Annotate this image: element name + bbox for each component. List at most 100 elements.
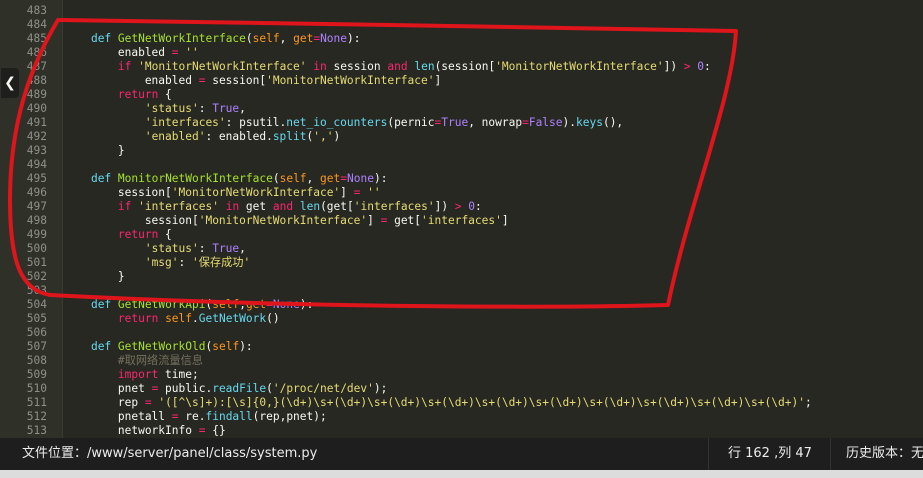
code-line[interactable]: 502 } (0, 270, 923, 284)
code-token: ); (373, 382, 388, 395)
code-token: pnet (64, 382, 152, 395)
code-token: { (158, 88, 172, 101)
code-text: 'status': True, (64, 102, 246, 116)
code-token: get (245, 298, 267, 311)
code-token: def (90, 298, 112, 311)
code-token: > (683, 60, 691, 73)
code-token: } (64, 270, 125, 283)
code-line[interactable]: 498 session['MonitorNetWorkInterface'] =… (0, 214, 923, 228)
line-number: 497 (26, 200, 47, 213)
code-line[interactable]: 510 pnet = public.readFile('/proc/net/de… (0, 382, 923, 396)
code-token: networkInfo (64, 424, 199, 437)
code-line[interactable]: 499 return { (0, 228, 923, 242)
code-line[interactable]: 492 'enabled': enabled.split(',') (0, 130, 923, 144)
code-token: > (454, 200, 462, 213)
code-text: 'interfaces': psutil.net_io_counters(per… (64, 116, 623, 130)
collapse-sidebar-button[interactable]: ❮ (1, 68, 19, 98)
code-line[interactable]: 500 'status': True, (0, 242, 923, 256)
code-token: GetNetWork (198, 312, 267, 325)
code-line[interactable]: 483 (0, 4, 923, 18)
code-text: 'enabled': enabled.split(',') (64, 130, 340, 144)
code-token: ]) (663, 60, 684, 73)
history-version[interactable]: 历史版本：无 (846, 438, 923, 470)
code-text: def GetNetWorkInterface(self, get=None): (64, 32, 361, 46)
code-line[interactable]: 488 enabled = session['MonitorNetWorkInt… (0, 74, 923, 88)
code-token: self (212, 298, 240, 311)
code-token: = (266, 298, 273, 311)
code-line[interactable]: 491 'interfaces': psutil.net_io_counters… (0, 116, 923, 130)
code-line[interactable]: 495 def MonitorNetWorkInterface(self, ge… (0, 172, 923, 186)
code-text: pnetall = re.findall(rep,pnet); (64, 410, 327, 424)
code-token: None (272, 298, 300, 311)
line-number: 493 (26, 144, 47, 157)
code-token: 'enabled' (144, 130, 206, 143)
code-line[interactable]: 487 if 'MonitorNetWorkInterface' in sess… (0, 60, 923, 74)
code-line[interactable]: 503 (0, 284, 923, 298)
code-line[interactable]: 511 rep = '([^\s]+):[\s]{0,}(\d+)\s+(\d+… (0, 396, 923, 410)
code-token: get (293, 32, 314, 45)
line-number: 486 (26, 46, 47, 59)
code-token: , (306, 172, 321, 185)
line-number: 503 (26, 284, 47, 297)
code-line[interactable]: 497 if 'interfaces' in get and len(get['… (0, 200, 923, 214)
code-text: enabled = session['MonitorNetWorkInterfa… (64, 74, 441, 88)
code-line[interactable]: 496 session['MonitorNetWorkInterface'] =… (0, 186, 923, 200)
code-token: get (320, 172, 341, 185)
code-token: #取网络流量信息 (117, 354, 203, 367)
code-lines[interactable]: 483 484 485 def GetNetWorkInterface(self, … (0, 4, 923, 438)
code-editor[interactable]: 483 484 485 def GetNetWorkInterface(self, … (0, 0, 923, 438)
line-number: 502 (26, 270, 47, 283)
code-line[interactable]: 505 return self.GetNetWork() (0, 312, 923, 326)
code-line[interactable]: 486 enabled = '' (0, 46, 923, 60)
line-number: 506 (26, 326, 47, 339)
code-line[interactable]: 490 'status': True, (0, 102, 923, 116)
code-token: self (252, 32, 280, 45)
code-line[interactable]: 484 (0, 18, 923, 32)
line-number: 491 (26, 116, 47, 129)
code-token: 'interfaces' (353, 200, 435, 213)
code-line[interactable]: 507 def GetNetWorkOld(self): (0, 340, 923, 354)
code-token: : (178, 256, 192, 269)
code-token: True (212, 102, 240, 115)
code-token: '' (367, 186, 381, 199)
code-text: session['MonitorNetWorkInterface'] = '' (64, 186, 381, 200)
code-token: ] (340, 186, 354, 199)
code-token: ): (347, 32, 361, 45)
code-line[interactable]: 509 import time; (0, 368, 923, 382)
code-line[interactable]: 508 #取网络流量信息 (0, 354, 923, 368)
code-line[interactable]: 504 def GetNetWorkApi(self,get=None): (0, 298, 923, 312)
code-token: if (117, 60, 132, 73)
code-line[interactable]: 501 'msg': '保存成功' (0, 256, 923, 270)
code-text: } (64, 144, 125, 158)
code-token: ): (373, 172, 388, 185)
line-number: 510 (26, 382, 47, 395)
code-token: public. (158, 382, 213, 395)
code-line[interactable]: 489 return { (0, 88, 923, 102)
code-line[interactable]: 493 } (0, 144, 923, 158)
code-line[interactable]: 506 (0, 326, 923, 340)
code-token: and (387, 60, 408, 73)
code-line[interactable]: 513 networkInfo = {} (0, 424, 923, 438)
code-token: MonitorNetWorkInterface (117, 172, 273, 185)
code-token: 'status' (144, 242, 199, 255)
code-token: findall (205, 410, 253, 423)
code-token: ] (434, 74, 442, 87)
code-token: (rep,pnet); (252, 410, 327, 423)
code-token: return (117, 228, 159, 241)
code-token: True (212, 242, 240, 255)
code-token: session[ (64, 214, 199, 227)
code-token: , (279, 32, 294, 45)
code-line[interactable]: 512 pnetall = re.findall(rep,pnet); (0, 410, 923, 424)
line-number: 511 (26, 396, 47, 409)
line-number: 512 (26, 410, 47, 423)
code-token: import (117, 368, 159, 381)
code-line[interactable]: 494 (0, 158, 923, 172)
code-line[interactable]: 485 def GetNetWorkInterface(self, get=No… (0, 32, 923, 46)
